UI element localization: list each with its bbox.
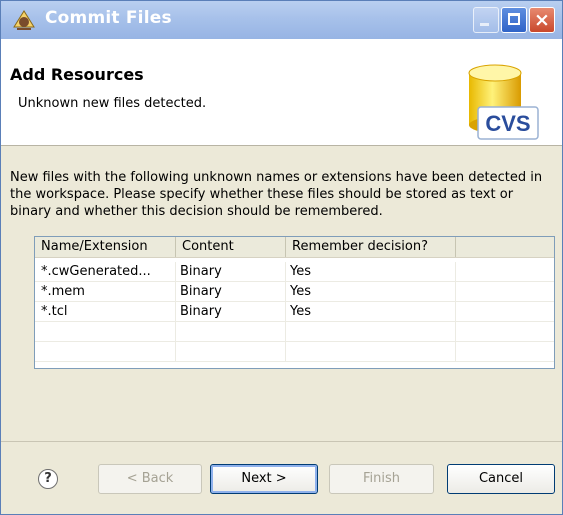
cell-remember[interactable]: Yes [286, 302, 456, 321]
file-types-table[interactable]: Name/Extension Content Remember decision… [34, 236, 555, 369]
commit-files-dialog: Commit Files × Add Resources Unknown new… [0, 0, 563, 515]
table-row[interactable]: *.cwGenerated... Binary Yes [35, 262, 554, 282]
table-row-empty [35, 322, 554, 342]
table-row[interactable]: *.mem Binary Yes [35, 282, 554, 302]
table-row-empty [35, 342, 554, 362]
cell-filler [456, 302, 554, 321]
cell-remember[interactable]: Yes [286, 282, 456, 301]
cvs-cylinder-icon: CVS [468, 64, 539, 140]
table-header: Name/Extension Content Remember decision… [35, 237, 554, 258]
cell-remember [286, 322, 456, 341]
column-header-remember[interactable]: Remember decision? [286, 237, 456, 257]
page-description: Unknown new files detected. [18, 96, 207, 111]
column-header-content[interactable]: Content [176, 237, 286, 257]
cell-filler [456, 342, 554, 361]
cell-remember [286, 342, 456, 361]
cell-filler [456, 282, 554, 301]
next-button[interactable]: Next > [210, 464, 318, 494]
title-bar[interactable]: Commit Files × [1, 1, 562, 39]
back-button[interactable]: < Back [98, 464, 202, 494]
cell-filler [456, 262, 554, 281]
cell-content [176, 322, 286, 341]
eclipse-cvs-icon [13, 10, 35, 30]
minimize-icon [480, 23, 489, 26]
column-header-name[interactable]: Name/Extension [35, 237, 176, 257]
table-row[interactable]: *.tcl Binary Yes [35, 302, 554, 322]
cell-content[interactable]: Binary [176, 302, 286, 321]
window-title: Commit Files [45, 8, 172, 28]
cell-content[interactable]: Binary [176, 262, 286, 281]
help-icon[interactable]: ? [38, 469, 58, 489]
cell-name[interactable]: *.mem [35, 282, 176, 301]
column-header-filler [456, 237, 554, 257]
cancel-button[interactable]: Cancel [447, 464, 555, 494]
instructions-text: New files with the following unknown nam… [10, 170, 543, 219]
cell-name [35, 322, 176, 341]
cell-content [176, 342, 286, 361]
footer-divider [1, 441, 562, 442]
cvs-logo-text: CVS [485, 111, 530, 136]
cell-name [35, 342, 176, 361]
cell-filler [456, 322, 554, 341]
wizard-header: Add Resources Unknown new files detected… [1, 39, 562, 146]
page-title: Add Resources [10, 65, 144, 84]
close-icon: × [534, 9, 550, 31]
cell-content[interactable]: Binary [176, 282, 286, 301]
maximize-button[interactable] [501, 7, 527, 33]
close-button[interactable]: × [529, 7, 555, 33]
maximize-icon [508, 13, 520, 25]
cell-name[interactable]: *.cwGenerated... [35, 262, 176, 281]
cell-remember[interactable]: Yes [286, 262, 456, 281]
cell-name[interactable]: *.tcl [35, 302, 176, 321]
minimize-button[interactable] [473, 7, 499, 33]
finish-button[interactable]: Finish [329, 464, 434, 494]
